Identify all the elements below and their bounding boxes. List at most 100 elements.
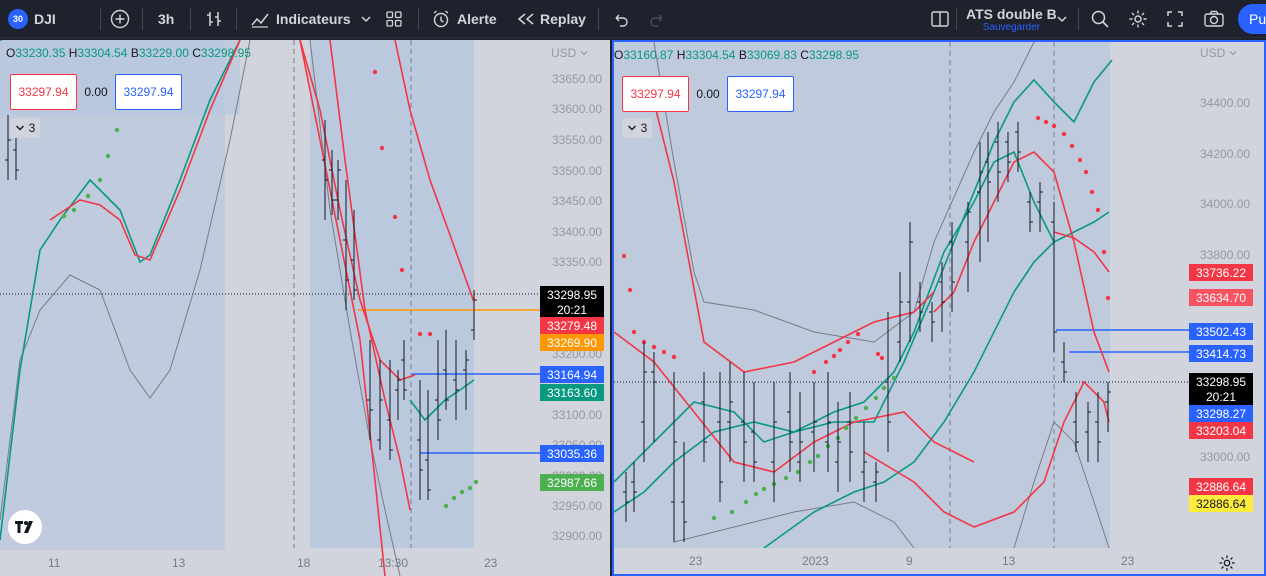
layout-select-button[interactable]: [930, 0, 950, 38]
bar-countdown: 20:21: [556, 303, 588, 317]
close-value: 33298.95: [200, 46, 251, 60]
price-tag: 33269.90: [540, 334, 604, 351]
chart-settings-button[interactable]: [1218, 554, 1236, 574]
time-label: 2023: [802, 554, 829, 568]
indicators-button[interactable]: Indicateurs: [250, 0, 351, 38]
psar-dot-green: [105, 153, 111, 159]
time-label: 23: [484, 556, 498, 570]
publish-button[interactable]: Pu: [1238, 4, 1266, 34]
open-value: 33230.35: [15, 46, 66, 60]
plus-circle-icon: [110, 9, 130, 29]
psar-dot-red: [392, 214, 398, 220]
buy-button[interactable]: 33297.94: [115, 74, 182, 110]
indicators-toggle[interactable]: 3: [622, 118, 652, 138]
price-label: 33650.00: [552, 72, 603, 86]
psar-dot-red: [1043, 119, 1049, 125]
compare-button[interactable]: [110, 0, 130, 38]
psar-dot-red: [1077, 157, 1083, 163]
low-value: 33229.00: [138, 46, 189, 60]
psar-dot-red: [1035, 115, 1041, 121]
left-chart-canvas[interactable]: [0, 40, 610, 576]
right-chart-pane[interactable]: O33160.87 H33304.54 B33069.83 C33298.95 …: [612, 40, 1266, 576]
psar-dot-red: [1095, 207, 1101, 213]
psar-dot-red: [1101, 249, 1107, 255]
price-label: 33400.00: [552, 225, 603, 239]
psar-dot-red: [661, 349, 667, 355]
price-label: 33100.00: [552, 408, 603, 422]
price-tag: 33279.48: [540, 317, 604, 334]
alert-button[interactable]: Alerte: [431, 0, 497, 38]
ohlc-legend: O33230.35 H33304.54 B33229.00 C33298.95: [6, 46, 251, 60]
psar-dot-red: [1051, 123, 1057, 129]
price-tag: 33163.60: [540, 384, 604, 401]
psar-dot-green: [467, 485, 473, 491]
psar-dot-green: [473, 479, 479, 485]
price-label: 33450.00: [552, 194, 603, 208]
divider: [100, 8, 101, 30]
redo-button[interactable]: [648, 0, 666, 38]
right-chart-canvas[interactable]: [614, 42, 1264, 574]
interval-button[interactable]: 3h: [158, 0, 174, 38]
grid-icon: [386, 11, 402, 27]
psar-dot-red: [855, 331, 861, 337]
psar-dot-green: [863, 405, 869, 411]
price-label: 33600.00: [552, 102, 603, 116]
tradingview-logo[interactable]: [8, 510, 42, 544]
chart-type-button[interactable]: [204, 0, 224, 38]
settings-button[interactable]: [1128, 0, 1148, 38]
psar-dot-green: [729, 509, 735, 515]
fullscreen-button[interactable]: [1166, 0, 1184, 38]
symbol-search[interactable]: 30 DJI: [8, 0, 56, 38]
chevron-down-icon: [15, 125, 24, 131]
psar-dot-green: [815, 453, 821, 459]
psar-dot-red: [811, 369, 817, 375]
undo-button[interactable]: [612, 0, 630, 38]
templates-button[interactable]: [385, 0, 403, 38]
snapshot-button[interactable]: [1203, 0, 1225, 38]
replay-button[interactable]: Replay: [516, 0, 586, 38]
chevron-down-icon: [1057, 16, 1067, 23]
last-price-tag: 33298.95 20:21: [540, 286, 604, 320]
left-chart-pane[interactable]: O33230.35 H33304.54 B33229.00 C33298.95 …: [0, 40, 610, 576]
last-price-tag: 33298.95 20:21: [1189, 373, 1253, 407]
price-label: 32950.00: [552, 499, 603, 513]
psar-dot-green: [443, 503, 449, 509]
psar-dot-red: [1069, 143, 1075, 149]
chevron-down-icon: [1229, 51, 1237, 56]
symbol-badge: 30: [8, 9, 28, 29]
undo-icon: [615, 14, 628, 27]
indicators-dropdown[interactable]: [360, 0, 372, 38]
ohlc-legend: O33160.87 H33304.54 B33069.83 C33298.95: [614, 48, 859, 62]
divider: [142, 8, 143, 30]
sell-button[interactable]: 33297.94: [10, 74, 77, 110]
gear-icon: [1129, 10, 1147, 28]
indicators-toggle[interactable]: 3: [10, 118, 40, 138]
psar-dot-red: [875, 351, 881, 357]
psar-dot-green: [114, 127, 120, 133]
price-tag: 32886.64: [1189, 495, 1253, 512]
price-tag: 33414.73: [1189, 345, 1253, 362]
price-label: 33000.00: [1200, 450, 1251, 464]
sell-button[interactable]: 33297.94: [622, 76, 689, 112]
divider: [1078, 8, 1079, 30]
price-tag: 33203.04: [1189, 422, 1253, 439]
search-button[interactable]: [1090, 0, 1110, 38]
indicators-icon: [251, 13, 269, 28]
gear-icon: [1219, 555, 1235, 571]
buy-button[interactable]: 33297.94: [727, 76, 794, 112]
rewind-icon: [517, 13, 534, 25]
layout-save-label: Sauvegarder: [982, 21, 1040, 33]
price-label: 34000.00: [1200, 197, 1251, 211]
trade-panel: 33297.94 0.00 33297.94: [10, 74, 182, 110]
currency-selector[interactable]: USD: [551, 46, 588, 60]
psar-dot-red: [627, 287, 633, 293]
bar-countdown: 20:21: [1205, 390, 1237, 404]
layout-dropdown[interactable]: [1056, 0, 1068, 38]
psar-dot-red: [1089, 189, 1095, 195]
bar-chart-icon: [207, 12, 221, 26]
currency-selector[interactable]: USD: [1200, 46, 1237, 60]
chevron-down-icon: [580, 51, 588, 56]
time-label: 23: [1121, 554, 1135, 568]
layout-save-button[interactable]: ATS double B Sauvegarder: [966, 0, 1057, 38]
psar-dot-red: [379, 145, 385, 151]
